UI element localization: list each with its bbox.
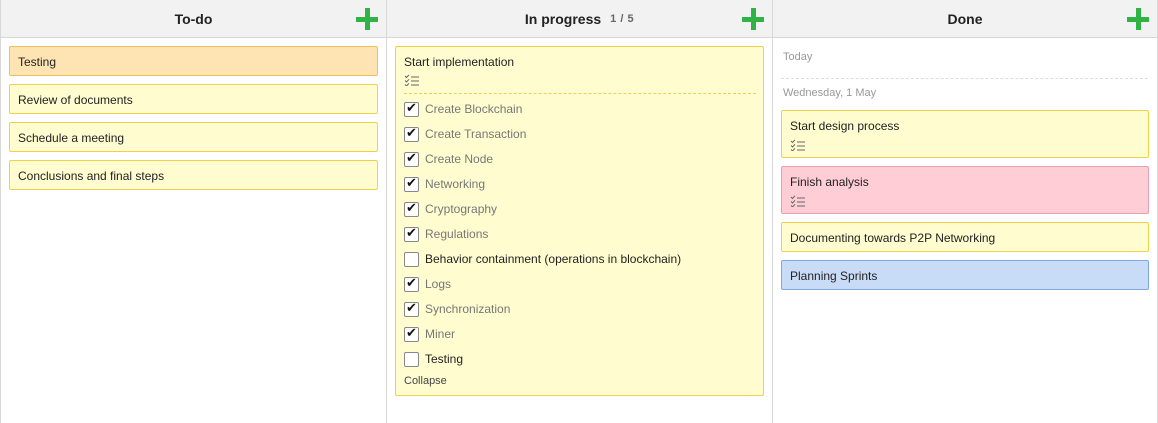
checklist-item[interactable]: Synchronization xyxy=(404,300,510,318)
checkbox-checked[interactable] xyxy=(404,126,419,142)
column-count: 1 / 5 xyxy=(610,12,635,25)
checklist-item[interactable]: Create Blockchain xyxy=(404,100,522,118)
checklist-item-label: Testing xyxy=(425,352,464,366)
card-testing[interactable]: Testing xyxy=(9,46,378,76)
card-title: Planning Sprints xyxy=(790,269,878,283)
checklist-item[interactable]: Cryptography xyxy=(404,200,497,218)
collapse-link[interactable]: Collapse xyxy=(404,375,447,387)
checkbox-checked[interactable] xyxy=(404,326,419,342)
card-start-design-process[interactable]: Start design process xyxy=(781,110,1149,158)
checklist-item[interactable]: Create Node xyxy=(404,150,493,168)
add-card-button-done[interactable] xyxy=(1127,8,1149,30)
card-start-implementation[interactable]: Start implementation Create Blockchain Cr… xyxy=(395,46,764,396)
checklist-item-label: Synchronization xyxy=(425,302,511,316)
checklist-divider xyxy=(404,93,756,94)
column-header-done: Done xyxy=(773,0,1157,38)
column-title: Done xyxy=(947,10,983,27)
column-in-progress: In progress 1 / 5 Start implementation C… xyxy=(387,0,773,423)
column-header-todo: To-do xyxy=(1,0,386,38)
column-title: In progress xyxy=(524,10,602,27)
checkbox-checked[interactable] xyxy=(404,301,419,317)
card-title: Conclusions and final steps xyxy=(18,169,165,183)
checklist-item-label: Create Node xyxy=(425,152,494,166)
checklist-item-label: Logs xyxy=(425,277,452,291)
column-title: To-do xyxy=(174,10,213,27)
checklist-item-label: Create Blockchain xyxy=(425,102,523,116)
checklist-item-label: Create Transaction xyxy=(425,127,527,141)
checkbox-checked[interactable] xyxy=(404,201,419,217)
checklist-item-label: Regulations xyxy=(425,227,489,241)
checklist-item[interactable]: Logs xyxy=(404,275,451,293)
checklist-item[interactable]: Miner xyxy=(404,325,455,343)
checklist-item-label: Miner xyxy=(425,327,456,341)
checklist-item[interactable]: Testing xyxy=(404,350,463,368)
checklist-item-label: Behavior containment (operations in bloc… xyxy=(425,252,682,266)
kanban-board: To-do Testing Review of documents Schedu… xyxy=(0,0,1158,423)
group-divider xyxy=(781,78,1148,79)
checklist-item[interactable]: Networking xyxy=(404,175,485,193)
checklist-icon xyxy=(404,74,419,86)
card-title: Start design process xyxy=(790,119,900,133)
column-todo: To-do Testing Review of documents Schedu… xyxy=(0,0,387,423)
card-title: Testing xyxy=(18,55,57,69)
card-title: Review of documents xyxy=(18,93,133,107)
checkbox-checked[interactable] xyxy=(404,151,419,167)
card-title: Finish analysis xyxy=(790,175,869,189)
card-finish-analysis[interactable]: Finish analysis xyxy=(781,166,1149,214)
card-title: Documenting towards P2P Networking xyxy=(790,231,996,245)
checklist-item[interactable]: Behavior containment (operations in bloc… xyxy=(404,250,681,268)
checkbox-checked[interactable] xyxy=(404,176,419,192)
column-header-in-progress: In progress 1 / 5 xyxy=(387,0,772,38)
checklist-item[interactable]: Regulations xyxy=(404,225,488,243)
group-heading-date: Wednesday, 1 May xyxy=(783,87,877,99)
card-schedule-a-meeting[interactable]: Schedule a meeting xyxy=(9,122,378,152)
checklist-item-label: Cryptography xyxy=(425,202,498,216)
card-documenting-p2p[interactable]: Documenting towards P2P Networking xyxy=(781,222,1149,252)
card-conclusions[interactable]: Conclusions and final steps xyxy=(9,160,378,190)
card-title: Start implementation xyxy=(404,55,515,69)
card-planning-sprints[interactable]: Planning Sprints xyxy=(781,260,1149,290)
group-heading-today: Today xyxy=(783,51,813,63)
column-done: Done Today Wednesday, 1 May Start design… xyxy=(773,0,1158,423)
checkbox-checked[interactable] xyxy=(404,226,419,242)
checkbox-checked[interactable] xyxy=(404,276,419,292)
checklist-icon xyxy=(790,195,805,207)
checklist-item[interactable]: Create Transaction xyxy=(404,125,526,143)
checklist-icon xyxy=(790,139,805,151)
add-card-button-todo[interactable] xyxy=(356,8,378,30)
add-card-button-in-progress[interactable] xyxy=(742,8,764,30)
checklist-item-label: Networking xyxy=(425,177,486,191)
checkbox-checked[interactable] xyxy=(404,101,419,117)
card-review-of-documents[interactable]: Review of documents xyxy=(9,84,378,114)
checkbox-unchecked[interactable] xyxy=(404,251,419,267)
checkbox-unchecked[interactable] xyxy=(404,351,419,367)
card-title: Schedule a meeting xyxy=(18,131,125,145)
